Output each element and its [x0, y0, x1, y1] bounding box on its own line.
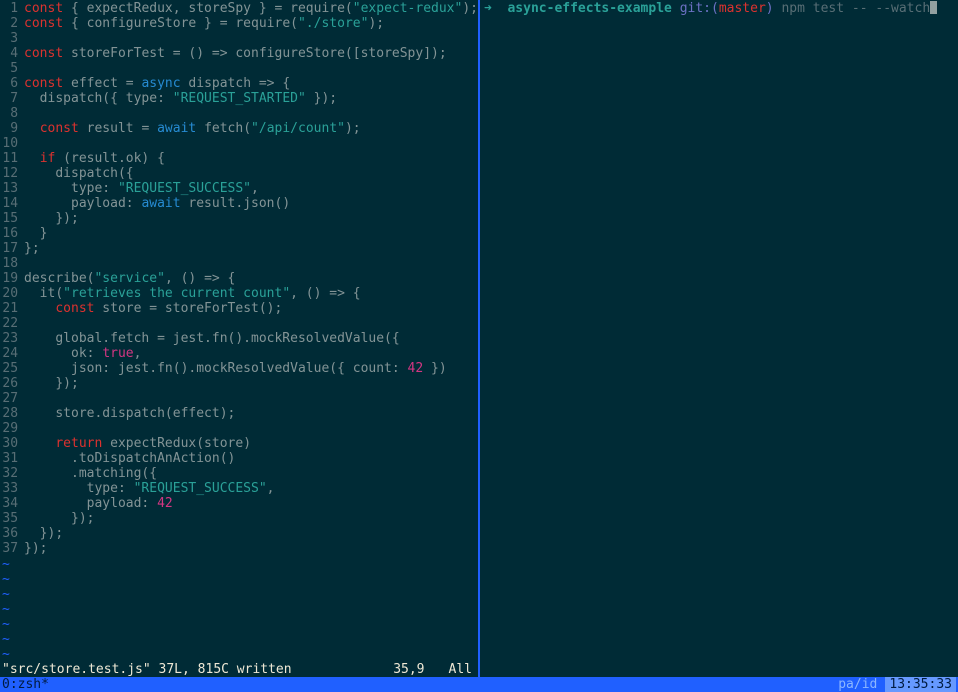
prompt-arrow-icon: ➜	[484, 1, 492, 16]
tmux-window-list[interactable]: 0:zsh*	[2, 677, 832, 692]
terminal-pane[interactable]: ➜ async-effects-example git:(master) npm…	[480, 0, 958, 677]
tmux-status-bar: 0:zsh* pa/id 13:35:33	[0, 677, 958, 692]
tmux-session-name: pa/id	[832, 677, 883, 692]
terminal-cursor	[930, 1, 937, 14]
prompt-paren-close: )	[766, 1, 774, 16]
tmux-clock: 13:35:33	[885, 677, 956, 692]
line-numbers-gutter: 1 2 3 4 5 6 7 8 9 10 11 12 13 14 15 16 1…	[0, 0, 22, 557]
prompt-paren-open: (	[711, 1, 719, 16]
editor-body: 1 2 3 4 5 6 7 8 9 10 11 12 13 14 15 16 1…	[0, 0, 478, 557]
prompt-git-label: git:	[680, 1, 711, 16]
editor-pane[interactable]: 1 2 3 4 5 6 7 8 9 10 11 12 13 14 15 16 1…	[0, 0, 478, 677]
code-area[interactable]: const { expectRedux, storeSpy } = requir…	[22, 0, 478, 557]
status-cursor-pos: 35,9	[292, 662, 449, 677]
prompt-cwd: async-effects-example	[507, 1, 671, 16]
empty-line-tildes: ~ ~ ~ ~ ~ ~ ~	[0, 557, 478, 662]
panes-row: 1 2 3 4 5 6 7 8 9 10 11 12 13 14 15 16 1…	[0, 0, 958, 677]
typed-command[interactable]: npm test -- --watch	[781, 1, 930, 16]
status-view: All	[449, 662, 476, 677]
editor-status-bar: "src/store.test.js" 37L, 815C written 35…	[0, 662, 478, 677]
tmux-window: 1 2 3 4 5 6 7 8 9 10 11 12 13 14 15 16 1…	[0, 0, 958, 692]
prompt-branch: master	[719, 1, 766, 16]
status-file: "src/store.test.js" 37L, 815C written	[2, 662, 292, 677]
